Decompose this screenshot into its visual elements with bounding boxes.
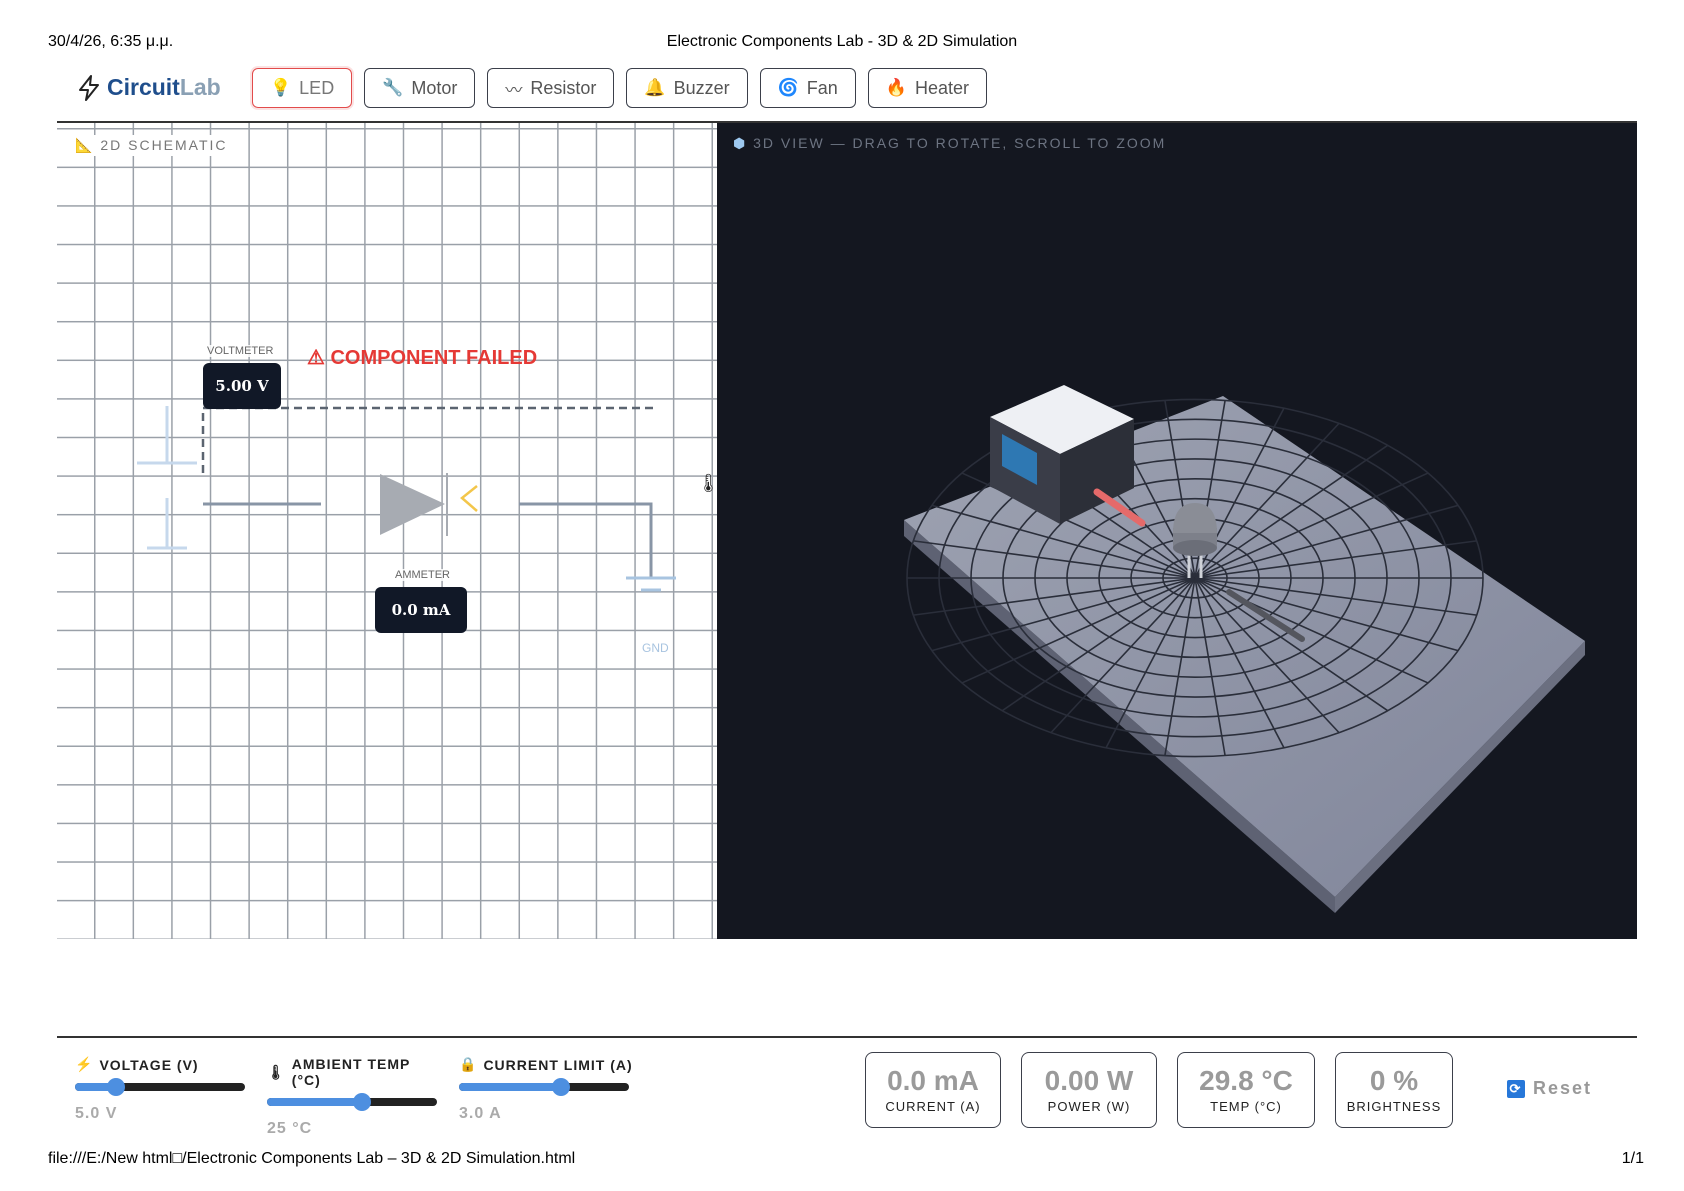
- print-url: file:///E:/New html□/Electronic Componen…: [48, 1150, 576, 1167]
- logo-text-circuit: Circuit: [107, 74, 180, 100]
- ambient-temp-value: 25 °C: [267, 1120, 313, 1137]
- stat-value: 0.0 mA: [887, 1065, 979, 1096]
- circuit-drawing: [137, 406, 676, 592]
- current-limit-value: 3.0 A: [459, 1105, 502, 1122]
- ambient-temp-slider[interactable]: [267, 1093, 437, 1111]
- tab-label: Heater: [914, 77, 969, 98]
- thermometer-icon: 🌡: [697, 473, 717, 493]
- voltmeter-probe-wire: [201, 406, 654, 473]
- bulb-icon: 💡: [270, 78, 292, 97]
- lock-icon: 🔒: [459, 1056, 478, 1072]
- refresh-icon: ⟳: [1507, 1079, 1525, 1098]
- top-bar: CircuitLab 💡 LED 🔧 Motor 〰 Resistor 🔔 Buzzer…: [57, 60, 1637, 120]
- current-limit-slider[interactable]: [459, 1078, 629, 1096]
- component-failed-warning: ⚠ COMPONENT FAILED: [307, 347, 538, 369]
- simulation-stage: 📐 2D SCHEMATIC ⚠ COMPONENT FAILED VOLTME…: [57, 121, 1637, 939]
- lightning-icon: ⚡: [75, 1056, 94, 1072]
- squiggle-icon: 〰: [505, 80, 523, 100]
- stat-label: POWER (W): [1047, 1099, 1131, 1114]
- ammeter-display: 0.0 mA: [375, 587, 467, 633]
- tab-label: Resistor: [530, 77, 597, 98]
- view-3d-panel[interactable]: ⬢ 3D VIEW — DRAG TO ROTATE, SCROLL TO ZO…: [717, 123, 1637, 939]
- voltage-control: ⚡ VOLTAGE (V) 5.0 V: [75, 1056, 250, 1123]
- stat-label: TEMP (°C): [1210, 1099, 1282, 1114]
- voltage-label: VOLTAGE (V): [99, 1056, 199, 1073]
- print-page-number: 1/1: [1621, 1150, 1644, 1167]
- ammeter-caption: AMMETER: [393, 569, 452, 581]
- reset-label: Reset: [1533, 1078, 1593, 1098]
- led-light-arrows: [460, 485, 478, 512]
- flame-icon: 🔥: [885, 78, 907, 97]
- led-diode-symbol: [380, 474, 445, 535]
- battery-symbol: [137, 406, 197, 550]
- component-tabs: 💡 LED 🔧 Motor 〰 Resistor 🔔 Buzzer 🌀 Fan 🔥 Heat…: [252, 68, 987, 108]
- voltage-value: 5.0 V: [75, 1105, 118, 1122]
- tab-label: LED: [299, 77, 335, 98]
- ambient-temp-label: AMBIENT TEMP (°C): [291, 1056, 411, 1088]
- stat-current: 0.0 mA CURRENT (A): [865, 1052, 1001, 1128]
- logo: CircuitLab: [77, 74, 221, 101]
- bell-icon: 🔔: [644, 78, 666, 97]
- stat-value: 0.00 W: [1044, 1065, 1134, 1096]
- schematic-panel[interactable]: 📐 2D SCHEMATIC ⚠ COMPONENT FAILED VOLTME…: [57, 123, 717, 939]
- voltage-slider[interactable]: [75, 1078, 245, 1096]
- tab-led[interactable]: 💡 LED: [252, 68, 353, 108]
- stat-power: 0.00 W POWER (W): [1021, 1052, 1157, 1128]
- stat-label: BRIGHTNESS: [1346, 1099, 1442, 1114]
- current-limit-control: 🔒 CURRENT LIMIT (A) 3.0 A: [459, 1056, 634, 1123]
- fan-icon: 🌀: [777, 78, 799, 97]
- ground-label: GND: [642, 641, 669, 655]
- wire-right: [519, 502, 653, 578]
- stat-label: CURRENT (A): [885, 1099, 981, 1114]
- voltmeter-caption: VOLTMETER: [205, 345, 276, 357]
- tab-heater[interactable]: 🔥 Heater: [867, 68, 987, 108]
- tab-label: Buzzer: [673, 77, 730, 98]
- ambient-temp-control: 🌡 AMBIENT TEMP (°C) 25 °C: [267, 1056, 442, 1138]
- scene-3d: [904, 385, 1585, 913]
- lightning-icon: [79, 74, 99, 101]
- reset-button[interactable]: ⟳ Reset: [1507, 1078, 1592, 1099]
- thermometer-icon: 🌡: [267, 1063, 286, 1080]
- control-panel: ⚡ VOLTAGE (V) 5.0 V 🌡 AMBIENT TEMP (°C) 25…: [57, 1036, 1637, 1142]
- logo-text-lab: Lab: [179, 74, 221, 100]
- tab-label: Motor: [411, 77, 458, 98]
- stat-value: 0 %: [1369, 1065, 1419, 1096]
- print-title: Electronic Components Lab - 3D & 2D Simu…: [666, 33, 1018, 50]
- tab-label: Fan: [806, 77, 838, 98]
- tab-buzzer[interactable]: 🔔 Buzzer: [626, 68, 748, 108]
- ground-symbol: [626, 576, 676, 592]
- tab-fan[interactable]: 🌀 Fan: [759, 68, 856, 108]
- tab-resistor[interactable]: 〰 Resistor: [487, 68, 615, 108]
- current-limit-label: CURRENT LIMIT (A): [483, 1056, 633, 1073]
- app: CircuitLab 💡 LED 🔧 Motor 〰 Resistor 🔔 Buzzer…: [57, 60, 1637, 1140]
- stat-brightness: 0 % BRIGHTNESS: [1335, 1052, 1453, 1128]
- stat-temp: 29.8 °C TEMP (°C): [1177, 1052, 1315, 1128]
- stat-value: 29.8 °C: [1199, 1065, 1293, 1096]
- tab-motor[interactable]: 🔧 Motor: [364, 68, 476, 108]
- wrench-icon: 🔧: [382, 78, 404, 97]
- voltmeter-display: 5.00 V: [203, 363, 281, 409]
